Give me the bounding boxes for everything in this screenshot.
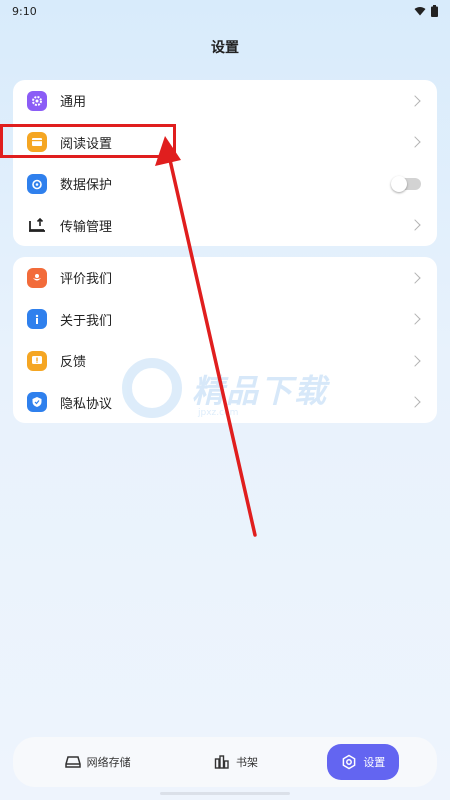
home-indicator [160, 792, 290, 795]
settings-item-general[interactable]: 通用 [13, 80, 437, 122]
settings-item-label: 关于我们 [60, 313, 113, 329]
settings-item-label: 阅读设置 [60, 136, 113, 152]
nav-settings[interactable]: 设置 [327, 744, 400, 780]
chevron-right-icon [409, 95, 421, 107]
settings-group-general: 通用 阅读设置 数据保护 传输管理 [13, 80, 437, 246]
nav-network-storage[interactable]: 网络存储 [51, 744, 145, 780]
battery-icon [431, 5, 438, 17]
gear-icon [27, 90, 47, 111]
status-bar: 9:10 [0, 0, 450, 22]
nav-label: 书架 [235, 756, 258, 769]
privacy-shield-icon [27, 392, 47, 413]
nav-label: 网络存储 [86, 756, 131, 769]
settings-item-label: 数据保护 [60, 178, 113, 194]
settings-item-label: 反馈 [60, 355, 87, 371]
settings-icon [342, 754, 356, 770]
settings-item-privacy[interactable]: 隐私协议 [13, 382, 437, 424]
chevron-right-icon [409, 355, 421, 367]
nav-label: 设置 [363, 756, 386, 769]
settings-item-reading[interactable]: 阅读设置 [13, 122, 437, 164]
settings-item-feedback[interactable]: 反馈 [13, 340, 437, 382]
settings-item-data-protection[interactable]: 数据保护 [13, 163, 437, 205]
settings-item-label: 隐私协议 [60, 396, 113, 412]
book-icon [27, 132, 47, 153]
transfer-icon [27, 215, 47, 235]
settings-group-about: 评价我们 关于我们 反馈 隐私协议 [13, 257, 437, 423]
chevron-right-icon [409, 396, 421, 408]
wifi-icon [414, 7, 426, 16]
chevron-right-icon [409, 272, 421, 284]
chevron-right-icon [409, 313, 421, 325]
page-title: 设置 [211, 40, 239, 56]
feedback-icon [27, 350, 47, 371]
chevron-right-icon [409, 219, 421, 231]
settings-item-label: 传输管理 [60, 219, 113, 235]
data-protection-toggle[interactable] [391, 175, 421, 192]
bookshelf-icon [214, 755, 229, 769]
settings-item-about-us[interactable]: 关于我们 [13, 299, 437, 341]
bottom-nav: 网络存储 书架 设置 [13, 737, 437, 787]
status-time: 9:10 [12, 4, 37, 18]
info-icon [27, 309, 47, 330]
settings-item-rate-us[interactable]: 评价我们 [13, 257, 437, 299]
settings-item-label: 评价我们 [60, 272, 113, 288]
network-storage-icon [64, 756, 81, 768]
settings-item-transfer[interactable]: 传输管理 [13, 205, 437, 247]
flower-icon [27, 267, 47, 288]
chevron-right-icon [409, 136, 421, 148]
status-icons [414, 5, 438, 17]
shield-lock-icon [27, 173, 47, 194]
settings-item-label: 通用 [60, 95, 87, 111]
nav-bookshelf[interactable]: 书架 [200, 744, 272, 780]
